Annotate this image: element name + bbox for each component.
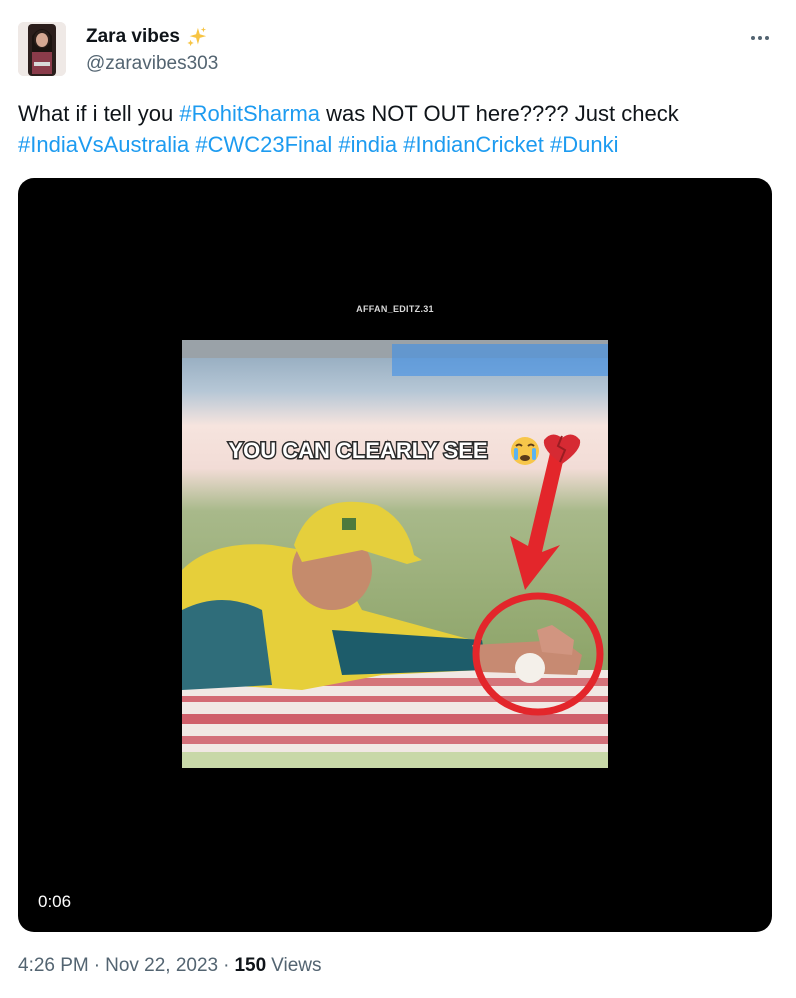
dot-icon (751, 36, 755, 40)
video-player[interactable]: AFFAN_EDITZ.31 YOU CAN CLEARLY SEE 0:06 (18, 178, 772, 932)
hashtag-link[interactable]: #india (338, 132, 397, 157)
avatar-image (18, 22, 66, 76)
hashtag-link[interactable]: #CWC23Final (195, 132, 332, 157)
tweet-text: What if i tell you #RohitSharma was NOT … (18, 98, 778, 160)
tweet-date[interactable]: Nov 22, 2023 (105, 955, 218, 977)
video-frame: YOU CAN CLEARLY SEE (182, 340, 608, 768)
meta-separator: · (93, 955, 101, 976)
dot-icon (758, 36, 762, 40)
meta-separator: · (223, 955, 230, 976)
video-overlay-caption: YOU CAN CLEARLY SEE (228, 438, 487, 463)
hashtag-link[interactable]: #Dunki (550, 132, 618, 157)
hashtag-link[interactable]: #IndianCricket (403, 132, 544, 157)
tweet-text-segment: was NOT OUT here???? Just check (320, 101, 679, 126)
tweet-metadata: 4:26 PM · Nov 22, 2023 · 150 Views (18, 955, 322, 977)
video-duration: 0:06 (38, 892, 72, 911)
crying-face-emoji-icon (511, 437, 539, 465)
views-count: 150 (234, 955, 267, 976)
tweet: Zara vibes @zaravibes303 What if i tell … (0, 0, 796, 998)
views-label: Views (271, 955, 322, 976)
author-display-name[interactable]: Zara vibes (86, 26, 180, 48)
hashtag-link[interactable]: #RohitSharma (179, 101, 320, 126)
avatar[interactable] (18, 22, 66, 76)
video-watermark: AFFAN_EDITZ.31 (356, 304, 434, 314)
hashtag-link[interactable]: #IndiaVsAustralia (18, 132, 189, 157)
tweet-time[interactable]: 4:26 PM (18, 955, 89, 977)
author-name-row[interactable]: Zara vibes (86, 26, 208, 48)
sparkles-icon (187, 26, 207, 47)
author-handle[interactable]: @zaravibes303 (86, 53, 218, 75)
more-options-button[interactable] (742, 24, 778, 52)
tweet-text-segment: What if i tell you (18, 101, 180, 126)
dot-icon (765, 36, 769, 40)
